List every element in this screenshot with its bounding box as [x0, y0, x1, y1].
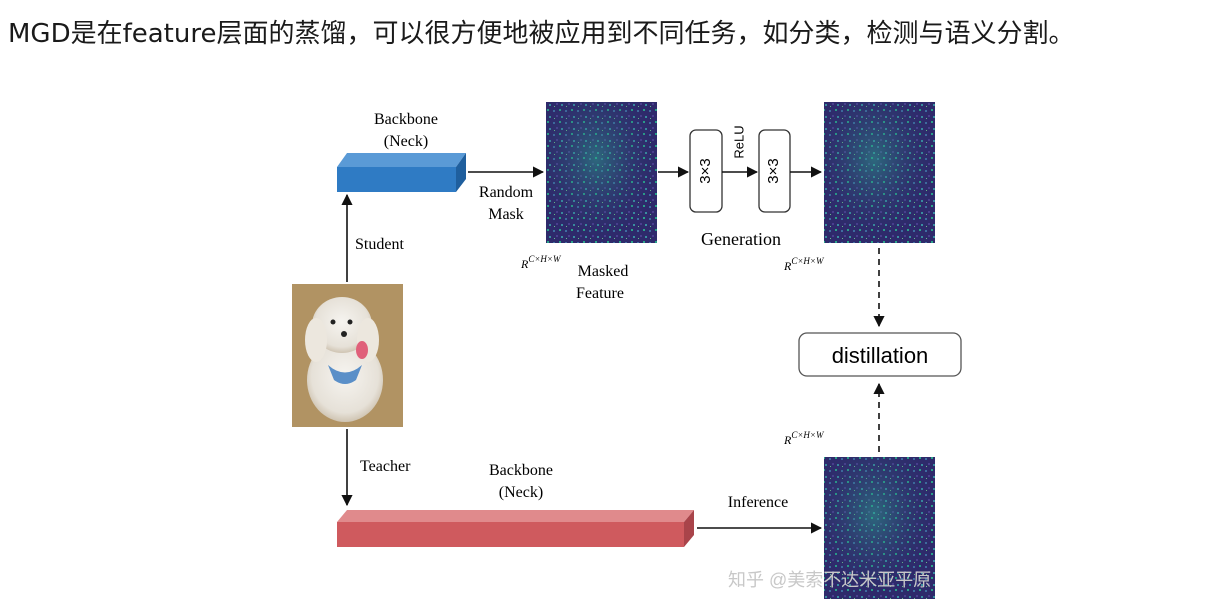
inference-label: Inference [728, 494, 788, 511]
teacher-backbone-label-line1: Backbone [489, 462, 553, 479]
mgd-diagram: Backbone (Neck) Random Mask RC×H×W Maske… [292, 102, 962, 599]
masked-feature-label-line2: Feature [576, 285, 624, 302]
conv1-label: 3×3 [697, 158, 714, 183]
masked-feature-map [546, 102, 657, 243]
student-backbone-label-line2: (Neck) [384, 133, 428, 150]
student-backbone-block [337, 153, 466, 192]
distillation-label: distillation [832, 343, 929, 368]
conv2-label: 3×3 [765, 158, 782, 183]
teacher-backbone-block [337, 510, 694, 547]
watermark: 知乎 @美索不达米亚平原 [728, 570, 931, 590]
masked-feature-label-line1: Masked [578, 263, 629, 280]
generated-dim-label: RC×H×W [783, 256, 825, 273]
generated-feature-map [824, 102, 935, 243]
random-mask-label-line1: Random [479, 184, 534, 201]
teacher-backbone-label-line2: (Neck) [499, 484, 543, 501]
generation-label: Generation [701, 229, 781, 249]
teacher-dim-label: RC×H×W [783, 430, 825, 447]
input-dog-image [292, 284, 403, 427]
teacher-label: Teacher [360, 458, 411, 475]
student-backbone-label-line1: Backbone [374, 111, 438, 128]
random-mask-label-line2: Mask [488, 206, 524, 223]
masked-dim-label: RC×H×W [520, 254, 562, 271]
student-label: Student [355, 236, 404, 253]
relu-label: ReLU [731, 125, 746, 158]
